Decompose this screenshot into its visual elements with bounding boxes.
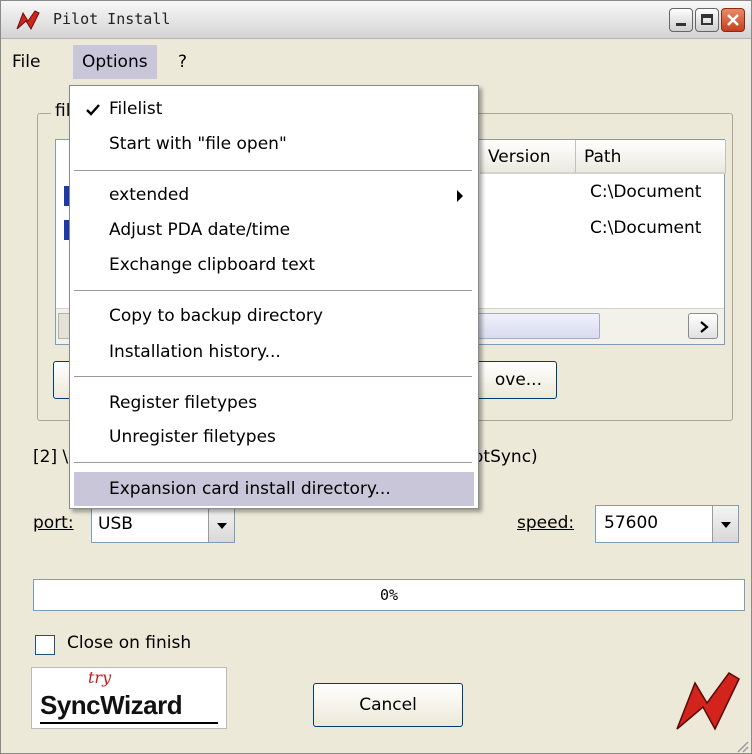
chevron-right-icon — [700, 321, 709, 333]
menu-separator — [74, 376, 472, 377]
menu-item-filelist[interactable]: Filelist — [74, 92, 474, 126]
menu-item-label: extended — [109, 185, 190, 205]
status-text-right: otSync) — [473, 447, 538, 467]
title-bar[interactable]: Pilot Install — [1, 1, 751, 39]
menu-separator — [74, 290, 472, 291]
checkmark-icon — [86, 104, 100, 116]
maximize-icon — [701, 14, 713, 25]
logo-big-text: SyncWizard — [40, 690, 183, 720]
maximize-button[interactable] — [695, 8, 719, 32]
row-path-cell: C:\Document — [590, 218, 702, 238]
logo-underline — [40, 722, 218, 724]
menu-item-label: Filelist — [109, 99, 163, 119]
scroll-thumb[interactable] — [476, 313, 600, 339]
chevron-down-icon — [721, 522, 731, 528]
cancel-button[interactable]: Cancel — [313, 683, 463, 727]
menu-item-label: Adjust PDA date/time — [109, 220, 291, 240]
menu-item-expansion-card-install-directory[interactable]: Expansion card install directory... — [74, 472, 474, 506]
menu-item-label: Expansion card install directory... — [109, 479, 391, 499]
menu-separator — [74, 170, 472, 171]
menu-item-adjust-pda-date-time[interactable]: Adjust PDA date/time — [74, 213, 474, 247]
row-path-cell: C:\Document — [590, 182, 702, 202]
menu-options[interactable]: Options — [73, 45, 157, 79]
close-button[interactable] — [721, 8, 745, 32]
menu-separator — [74, 462, 472, 463]
menu-item-extended[interactable]: extended — [74, 178, 474, 212]
speed-label: speed: — [517, 513, 575, 533]
speed-dropdown-button[interactable] — [712, 506, 738, 542]
close-on-finish-label[interactable]: Close on finish — [67, 633, 191, 653]
minimize-button[interactable] — [669, 8, 693, 32]
port-dropdown-button[interactable] — [208, 508, 234, 542]
speed-select[interactable]: 57600 — [595, 505, 739, 543]
menu-item-installation-history[interactable]: Installation history... — [74, 335, 474, 369]
menu-file[interactable]: File — [3, 45, 49, 79]
minimize-icon — [676, 23, 686, 26]
app-logo-icon — [16, 10, 40, 31]
menu-item-label: Installation history... — [109, 342, 281, 362]
column-header-version[interactable]: Version — [480, 140, 576, 174]
menu-item-label: Unregister filetypes — [109, 427, 276, 447]
menu-bar: File Options ? — [1, 39, 751, 85]
options-menu: Filelist Start with "file open" extended… — [69, 85, 479, 509]
menu-item-register-filetypes[interactable]: Register filetypes — [74, 386, 474, 420]
menu-item-copy-to-backup-directory[interactable]: Copy to backup directory — [74, 299, 474, 333]
menu-item-exchange-clipboard-text[interactable]: Exchange clipboard text — [74, 248, 474, 282]
app-brand-icon — [676, 672, 740, 731]
speed-value: 57600 — [604, 513, 659, 533]
close-on-finish-checkbox[interactable] — [35, 635, 55, 655]
chevron-down-icon — [217, 523, 227, 529]
status-text-left: [2] \ — [33, 447, 69, 467]
window-title: Pilot Install — [53, 10, 171, 28]
resize-grip-icon[interactable] — [735, 739, 749, 753]
progress-text: 0% — [379, 586, 399, 604]
progress-bar: 0% — [33, 579, 745, 611]
close-icon — [727, 14, 739, 26]
menu-help[interactable]: ? — [169, 45, 196, 79]
menu-item-start-with-file-open[interactable]: Start with "file open" — [74, 127, 474, 161]
submenu-arrow-icon — [457, 190, 463, 202]
menu-item-label: Copy to backup directory — [109, 306, 323, 326]
scroll-right-button[interactable] — [688, 313, 718, 339]
syncwizard-logo: try SyncWizard — [31, 667, 227, 729]
logo-small-text: try — [88, 668, 112, 687]
pilot-install-window: Pilot Install File Options ? fil Version… — [0, 0, 752, 754]
column-header-path[interactable]: Path — [576, 140, 726, 174]
menu-item-label: Exchange clipboard text — [109, 255, 316, 275]
menu-item-label: Start with "file open" — [109, 134, 287, 154]
port-label: port: — [33, 513, 74, 533]
port-value: USB — [98, 514, 133, 534]
menu-item-label: Register filetypes — [109, 393, 258, 413]
port-select[interactable]: USB — [91, 507, 235, 543]
menu-item-unregister-filetypes[interactable]: Unregister filetypes — [74, 420, 474, 454]
